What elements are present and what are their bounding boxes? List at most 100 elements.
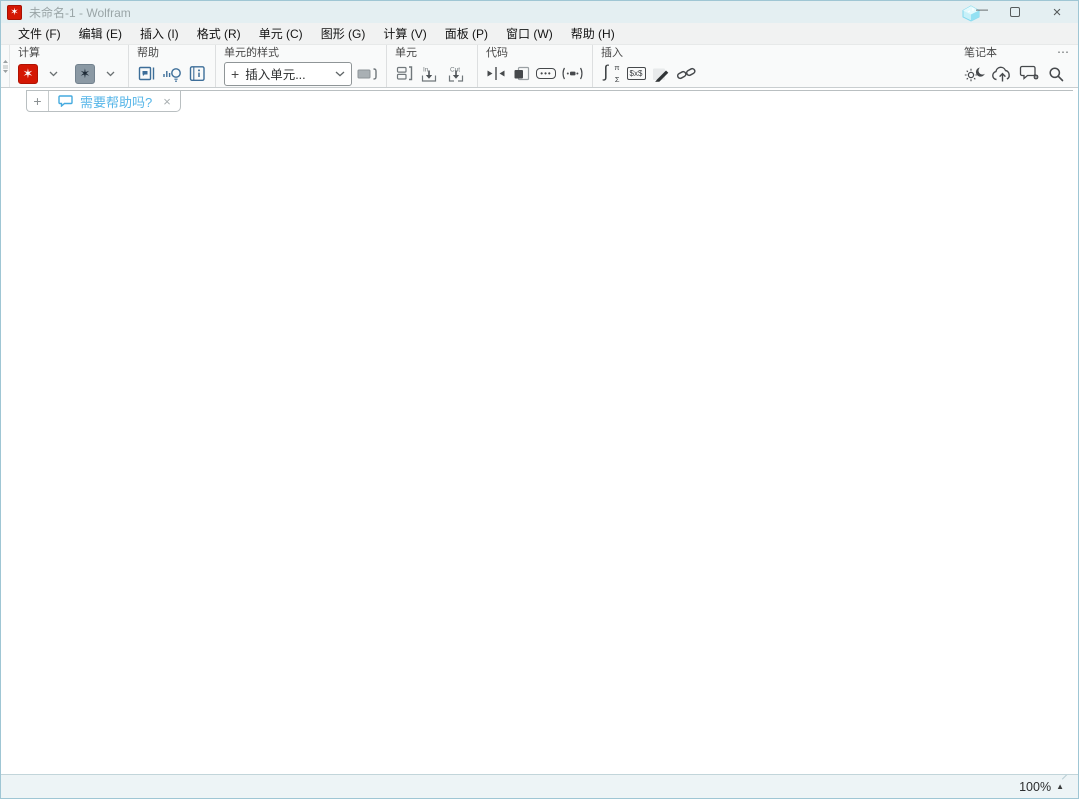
cells-bracket-icon	[396, 66, 413, 81]
group-label: 插入	[601, 47, 623, 59]
insert-cell-dropdown[interactable]: + 插入单元...	[224, 61, 352, 86]
arrow-cut-cell-icon: Cut	[448, 66, 464, 82]
chat-bubble-icon	[58, 95, 73, 107]
group-label: 单元	[395, 47, 417, 59]
evaluate-menu-chevron[interactable]	[43, 62, 63, 86]
iconize-parens-icon	[562, 67, 583, 80]
docked-tab-row: + 需要帮助吗? ×	[1, 88, 1078, 113]
menu-palettes[interactable]: 面板 (P)	[436, 23, 497, 45]
toolbar-group-code: 代码 •••	[477, 45, 592, 87]
cloud-publish-button[interactable]	[991, 62, 1014, 86]
magnification-value: 100%	[1019, 779, 1052, 794]
menu-format[interactable]: 格式 (R)	[188, 23, 250, 45]
magnification-arrow-icon: ▲	[1056, 782, 1064, 791]
link-chain-icon	[676, 67, 696, 80]
search-button[interactable]	[1046, 62, 1066, 86]
toolbar-group-evaluate: 计算 ✶ ✶	[10, 45, 128, 87]
tab-close-button[interactable]: ×	[163, 94, 171, 109]
svg-text:Cut: Cut	[450, 66, 460, 73]
framed-square-icon	[514, 66, 529, 81]
theme-toggle-button[interactable]	[964, 62, 986, 86]
menu-insert[interactable]: 插入 (I)	[131, 23, 188, 45]
magnifier-icon	[1049, 66, 1064, 81]
maximize-button[interactable]	[994, 1, 1036, 23]
cell-appearance-button[interactable]	[357, 62, 378, 86]
titlebar: ✶ 未命名-1 - Wolfram — ×	[1, 1, 1078, 23]
window-controls: — ×	[952, 1, 1078, 23]
maximize-square-icon	[1010, 7, 1020, 17]
group-label: 计算	[18, 47, 40, 59]
menu-cell[interactable]: 单元 (C)	[250, 23, 312, 45]
cell-rect-bracket-icon	[357, 67, 377, 80]
menu-window[interactable]: 窗口 (W)	[497, 23, 562, 45]
window-title: 未命名-1 - Wolfram	[29, 5, 131, 20]
lightbulb-bars-icon	[163, 67, 181, 82]
group-label: 帮助	[137, 47, 159, 59]
help-tab[interactable]: 需要帮助吗? ×	[49, 91, 180, 111]
svg-text:In: In	[423, 66, 429, 73]
group-label: 笔记本	[964, 47, 997, 59]
minimize-button[interactable]: —	[952, 1, 994, 23]
documentation-button[interactable]	[137, 62, 157, 86]
evaluate-button[interactable]: ✶	[18, 63, 38, 84]
comment-button[interactable]: •••	[536, 62, 556, 86]
splitter-arrows-icon	[2, 59, 8, 73]
chevron-down-icon	[49, 71, 57, 76]
merge-cells-button[interactable]: In	[420, 62, 442, 86]
dynamic-menu-chevron[interactable]	[100, 62, 120, 86]
minimize-glyph: —	[976, 2, 988, 16]
toolbar-overflow-button[interactable]: ⋯	[1057, 45, 1070, 59]
book-info-icon	[189, 66, 205, 81]
group-cells-button[interactable]	[395, 62, 415, 86]
pen-marker-icon	[652, 68, 668, 82]
new-tab-button[interactable]: +	[27, 91, 49, 111]
integral-template-icon: ∫ π Σ	[603, 61, 620, 84]
arrow-into-cell-icon: In	[421, 66, 437, 82]
help-tab-label: 需要帮助吗?	[80, 94, 153, 110]
sun-moon-icon	[964, 67, 985, 81]
close-button[interactable]: ×	[1036, 1, 1078, 23]
dynamic-button[interactable]: ✶	[75, 63, 95, 84]
menu-edit[interactable]: 编辑 (E)	[70, 23, 131, 45]
menubar: 文件 (F) 编辑 (E) 插入 (I) 格式 (R) 单元 (C) 图形 (G…	[1, 23, 1078, 45]
doc-chat-square-icon	[138, 66, 155, 81]
feedback-button[interactable]	[1019, 62, 1041, 86]
toolbar: 计算 ✶ ✶ 帮助 单元的样式 + 插入单元... 单元 In Cut 代码 •…	[1, 45, 1078, 88]
wolfram-notebook-window: ✶ 未命名-1 - Wolfram — × 文件 (F) 编辑 (E) 插入 (…	[0, 0, 1079, 799]
group-label: 代码	[486, 47, 508, 59]
tips-button[interactable]	[162, 62, 182, 86]
divide-cell-button[interactable]: Cut	[447, 62, 469, 86]
carets-bar-icon	[487, 67, 505, 80]
toolbar-collapse-handle[interactable]	[1, 45, 10, 87]
notebook-top-divider	[26, 90, 1073, 91]
toolbar-group-help: 帮助	[128, 45, 215, 87]
group-label: 单元的样式	[224, 47, 279, 59]
format-code-button[interactable]	[511, 62, 531, 86]
freeform-input-button[interactable]	[651, 62, 671, 86]
statusbar: 100% ▲	[1, 774, 1078, 798]
notebook-canvas[interactable]	[2, 113, 1077, 774]
math-template-button[interactable]: ∫ π Σ	[601, 62, 621, 86]
chat-gear-icon	[1019, 65, 1039, 80]
tex-box-icon: $x$	[626, 67, 646, 80]
insert-cell-dropdown-value: 插入单元...	[245, 68, 306, 82]
extend-selection-button[interactable]	[486, 62, 506, 86]
chevron-down-icon	[106, 71, 114, 76]
dots-pill-icon: •••	[536, 68, 556, 79]
plus-icon: +	[231, 65, 240, 82]
menu-evaluation[interactable]: 计算 (V)	[374, 23, 435, 45]
toolbar-group-cell-style: 单元的样式 + 插入单元...	[215, 45, 386, 87]
resize-grip[interactable]	[1061, 775, 1078, 780]
iconize-button[interactable]	[561, 62, 584, 86]
magnification-control[interactable]: 100% ▲	[1019, 780, 1064, 794]
reference-book-button[interactable]	[187, 62, 207, 86]
tab-assembly: + 需要帮助吗? ×	[26, 91, 181, 112]
wolfram-spikey-icon: ✶	[7, 4, 22, 20]
inline-tex-button[interactable]: $x$	[626, 62, 646, 86]
hyperlink-button[interactable]	[676, 62, 697, 86]
menu-file[interactable]: 文件 (F)	[9, 23, 70, 45]
menu-help[interactable]: 帮助 (H)	[562, 23, 624, 45]
menu-graphics[interactable]: 图形 (G)	[312, 23, 375, 45]
toolbar-group-insert: 插入 ∫ π Σ $x$	[592, 45, 705, 87]
